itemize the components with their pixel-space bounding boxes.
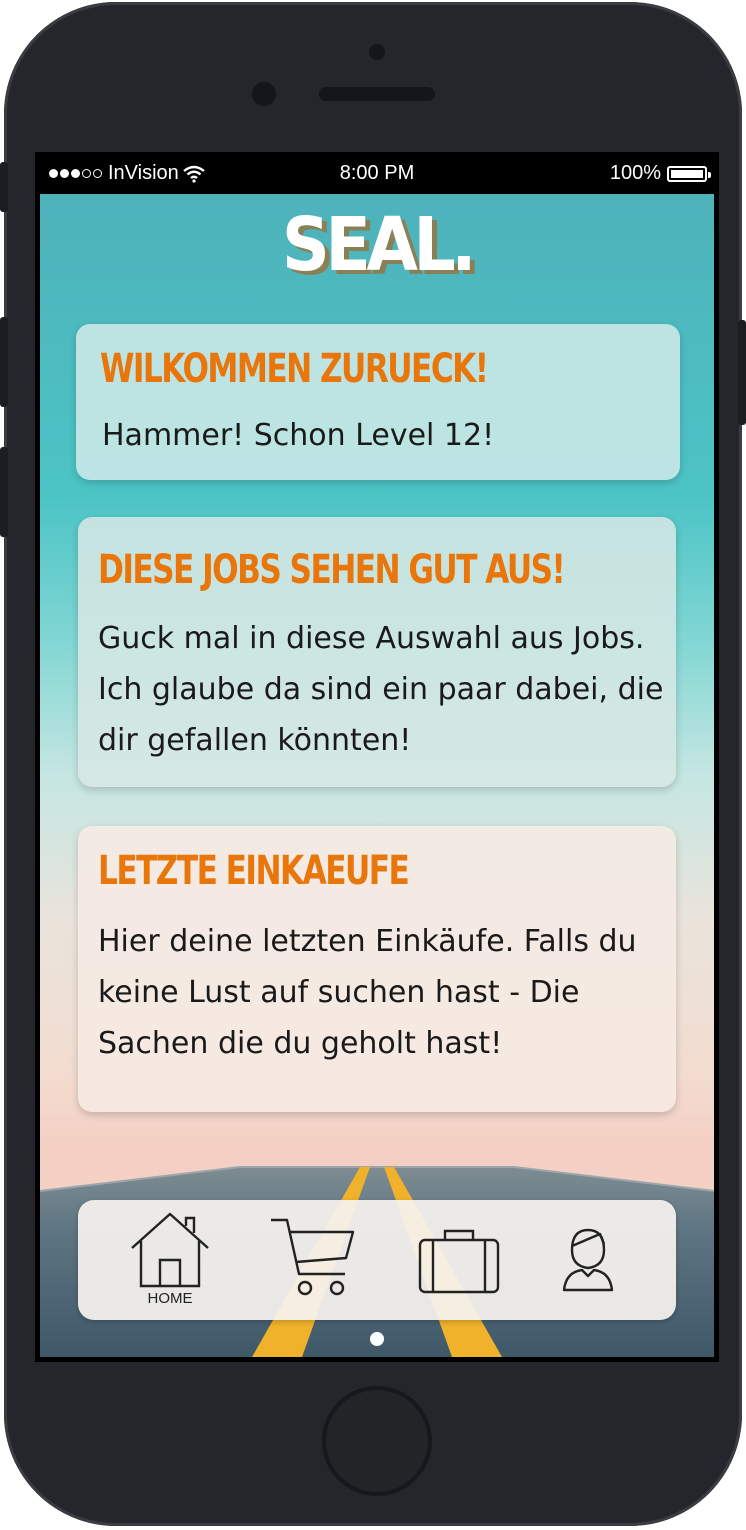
app-home-screen: SEAL. SEAL. WILKOMMEN ZURUECK! Hammer! S…: [40, 194, 714, 1357]
recent-purchases-card-body: Hier deine letzten Einkäufe. Falls du ke…: [98, 924, 637, 1061]
volume-down-button: [0, 447, 8, 537]
screen: InVision 8:00 PM 100% SEAL. SEAL. WILKOM…: [35, 152, 719, 1362]
bottom-tab-bar: HOME: [78, 1200, 676, 1320]
jobs-card-body: Guck mal in diese Auswahl aus Jobs. Ich …: [98, 621, 664, 758]
mute-switch: [0, 162, 8, 212]
phone-frame: InVision 8:00 PM 100% SEAL. SEAL. WILKOM…: [0, 2, 746, 1526]
front-camera: [252, 82, 276, 106]
tab-jobs[interactable]: [399, 1200, 519, 1320]
front-sensor: [369, 44, 385, 60]
logo-text: SEAL.: [281, 202, 477, 288]
briefcase-icon: [418, 1229, 500, 1294]
status-bar: InVision 8:00 PM 100%: [35, 152, 719, 194]
cart-icon: [271, 1218, 355, 1296]
page-indicator-dot[interactable]: [370, 1332, 384, 1346]
status-right: 100%: [609, 162, 711, 185]
battery-icon: [667, 165, 711, 182]
hardware-home-button[interactable]: [322, 1386, 432, 1496]
welcome-card-title: WILKOMMEN ZURUECK!: [100, 346, 489, 392]
welcome-card-body: Hammer! Schon Level 12!: [102, 418, 495, 453]
power-button: [738, 320, 746, 425]
jobs-card[interactable]: DIESE JOBS SEHEN GUT AUS! Guck mal in di…: [78, 517, 676, 787]
welcome-card[interactable]: WILKOMMEN ZURUECK! Hammer! Schon Level 1…: [76, 324, 680, 480]
tab-home-label: HOME: [147, 1290, 193, 1307]
recent-purchases-card-title: LETZTE EINKAEUFE: [98, 848, 410, 894]
jobs-card-title: DIESE JOBS SEHEN GUT AUS!: [98, 547, 566, 593]
seal-logo: SEAL. SEAL.: [40, 200, 714, 292]
user-icon: [562, 1228, 614, 1292]
earpiece-speaker: [319, 87, 435, 101]
recent-purchases-card[interactable]: LETZTE EINKAEUFE Hier deine letzten Eink…: [78, 826, 676, 1112]
tab-home[interactable]: HOME: [110, 1200, 230, 1320]
tab-profile[interactable]: [528, 1200, 648, 1320]
volume-up-button: [0, 317, 8, 407]
house-icon: [131, 1212, 209, 1288]
tab-shop[interactable]: [254, 1200, 374, 1320]
battery-percentage: 100%: [609, 162, 661, 184]
